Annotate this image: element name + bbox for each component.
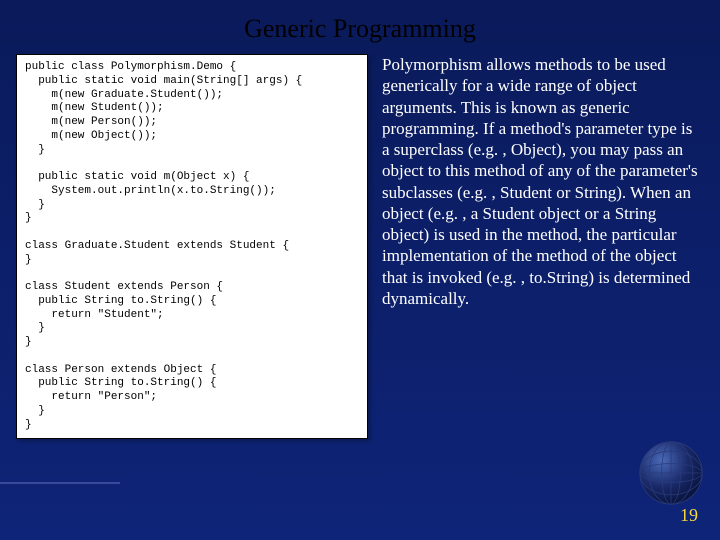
body-paragraph: Polymorphism allows methods to be used g… bbox=[382, 54, 704, 439]
page-number: 19 bbox=[680, 505, 698, 526]
content-area: public class Polymorphism.Demo { public … bbox=[0, 54, 720, 439]
divider-line bbox=[0, 482, 120, 484]
slide-title: Generic Programming bbox=[0, 0, 720, 54]
slide: Generic Programming public class Polymor… bbox=[0, 0, 720, 540]
globe-icon bbox=[632, 434, 710, 512]
code-block: public class Polymorphism.Demo { public … bbox=[16, 54, 368, 439]
